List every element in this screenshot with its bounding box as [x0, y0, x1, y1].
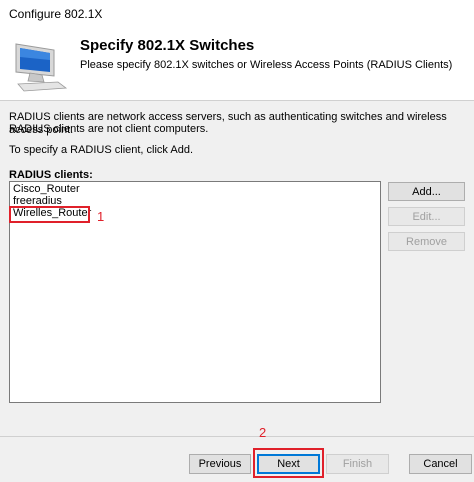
remove-button[interactable]: Remove [388, 232, 465, 251]
page-title: Specify 802.1X Switches [80, 37, 255, 54]
add-button[interactable]: Add... [388, 182, 465, 201]
wizard-footer: Previous Next Finish Cancel [0, 437, 474, 482]
previous-button[interactable]: Previous [189, 454, 251, 474]
description-line-2: RADIUS clients are not client computers. [9, 123, 209, 135]
page-subtitle: Please specify 802.1X switches or Wirele… [80, 59, 453, 71]
radius-clients-label: RADIUS clients: [9, 169, 93, 181]
computer-monitor-icon [15, 43, 68, 92]
cancel-button[interactable]: Cancel [409, 454, 472, 474]
wizard-content: RADIUS clients are network access server… [0, 101, 474, 436]
window-title: Configure 802.1X [9, 7, 103, 21]
list-item[interactable]: Cisco_Router [13, 183, 80, 195]
wizard-header: Specify 802.1X Switches Please specify 8… [0, 28, 474, 100]
annotation-highlight-1 [9, 206, 90, 223]
annotation-highlight-2 [253, 448, 324, 478]
instruction-text: To specify a RADIUS client, click Add. [9, 144, 194, 156]
annotation-number-2: 2 [259, 425, 267, 440]
title-bar: Configure 802.1X [0, 0, 474, 28]
edit-button[interactable]: Edit... [388, 207, 465, 226]
finish-button[interactable]: Finish [326, 454, 389, 474]
annotation-number-1: 1 [97, 209, 105, 224]
